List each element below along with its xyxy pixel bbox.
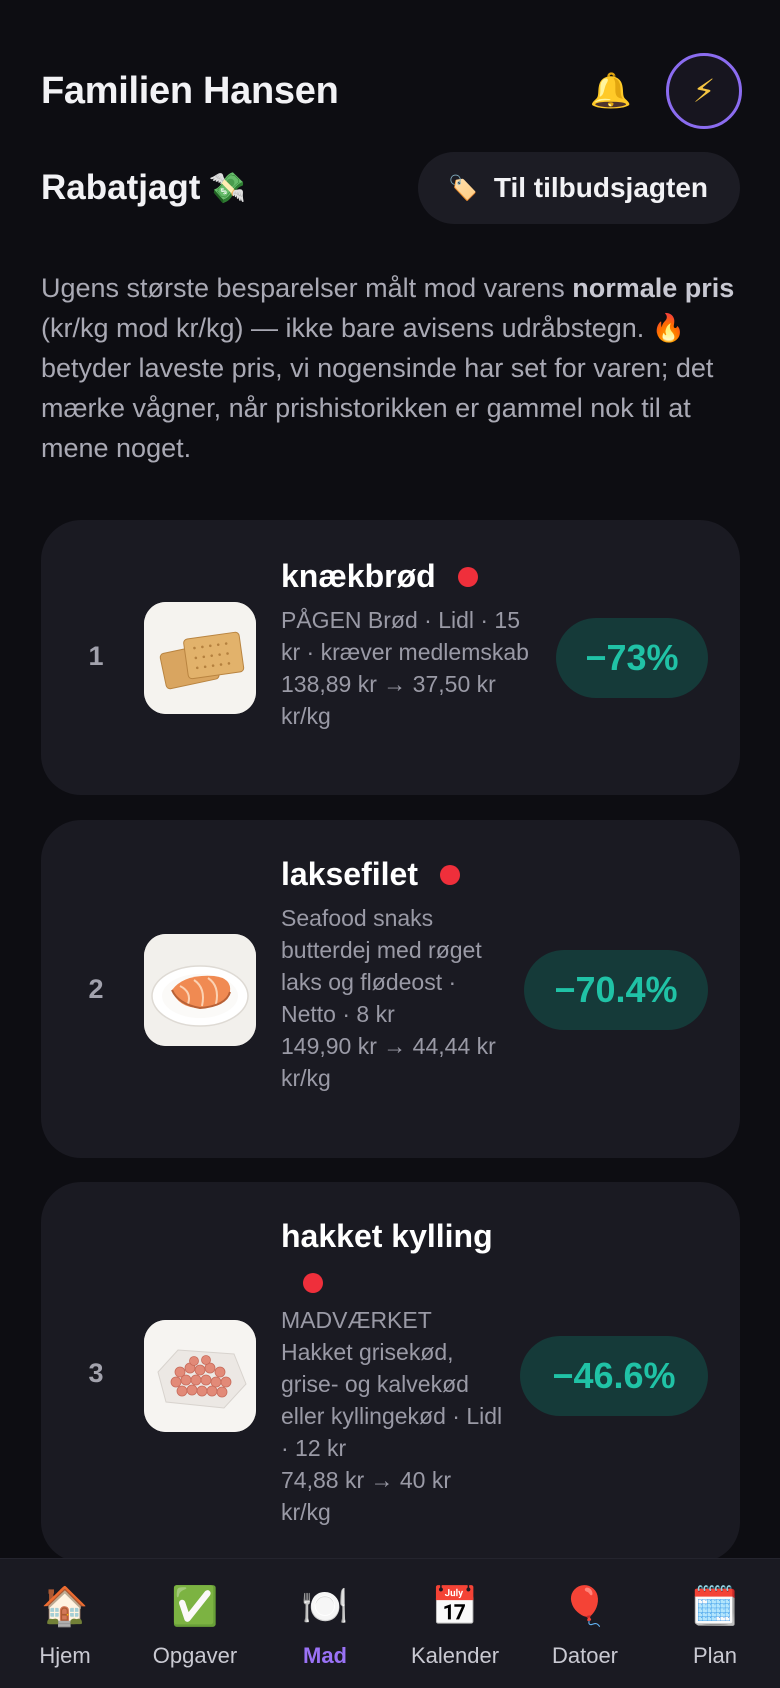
intro-bold: normale pris — [572, 273, 735, 303]
deal-price: 74,88 kr → 40 kr kr/kg — [281, 1467, 452, 1525]
plate-cutlery-icon: 🍽️ — [301, 1586, 349, 1628]
app-header: Familien Hansen 🔔 ⚡ — [41, 48, 742, 134]
deal-name: laksefilet — [281, 854, 513, 894]
minced-meat-image — [144, 1320, 256, 1432]
nav-item-datoer[interactable]: 🎈 Datoer — [520, 1559, 650, 1688]
nav-label: Mad — [303, 1643, 347, 1668]
house-icon: 🏠 — [41, 1586, 89, 1628]
intro-text: Ugens største besparelser målt mod varen… — [41, 268, 741, 468]
bottom-nav: 🏠 Hjem ✅ Opgaver 🍽️ Mad 📅 Kalender 🎈 Dat… — [0, 1558, 780, 1688]
deal-name: hakket kylling — [281, 1216, 503, 1296]
discount-badge: −46.6% — [520, 1336, 708, 1416]
nav-item-plan[interactable]: 🗓️ Plan — [650, 1559, 780, 1688]
fire-icon: 🔥 — [651, 313, 686, 343]
bell-icon[interactable]: 🔔 — [590, 74, 632, 108]
nav-item-mad[interactable]: 🍽️ Mad — [260, 1559, 390, 1688]
lowest-price-dot — [457, 566, 478, 587]
page: Familien Hansen 🔔 ⚡ Rabatjagt 💸 🏷️ Til t… — [0, 0, 780, 1688]
deal-name-text: laksefilet — [281, 856, 418, 892]
deal-name-text: hakket kylling — [281, 1218, 493, 1254]
deal-rank: 3 — [88, 1358, 104, 1388]
deal-card[interactable]: 1 knækbrød PÅGEN Brød · Lidl · 15 kr · k… — [41, 520, 740, 795]
discount-badge: −73% — [556, 618, 708, 698]
lightning-icon: ⚡ — [692, 73, 716, 109]
lowest-price-dot — [303, 1272, 323, 1293]
nav-item-hjem[interactable]: 🏠 Hjem — [0, 1559, 130, 1688]
section-title: Rabatjagt 💸 — [41, 168, 246, 208]
deal-rank: 2 — [88, 974, 104, 1004]
balloon-icon: 🎈 — [561, 1586, 609, 1628]
deal-info: hakket kylling MADVÆRKET Hakket grisekød… — [281, 1216, 503, 1528]
intro-part3: betyder laveste pris, vi nogensinde har … — [41, 353, 714, 463]
offer-hunt-button[interactable]: 🏷️ Til tilbudsjagten — [417, 152, 740, 224]
nav-label: Kalender — [410, 1643, 500, 1668]
quick-action-button[interactable]: ⚡ — [666, 53, 742, 129]
salmon-image — [144, 934, 256, 1046]
intro-part1: Ugens største besparelser målt mod varen… — [41, 273, 573, 303]
deal-name: knækbrød — [281, 556, 543, 596]
deal-details: Seafood snaks butterdej med røget laks o… — [281, 905, 482, 1027]
intro-part2: (kr/kg mod kr/kg) — ikke bare avisens ud… — [41, 313, 652, 343]
calendar-icon: 📅 — [431, 1586, 479, 1628]
lowest-price-dot — [439, 864, 460, 885]
nav-label: Hjem — [39, 1643, 91, 1668]
deal-details: MADVÆRKET Hakket grisekød, grise- og kal… — [281, 1307, 503, 1461]
deal-price: 138,89 kr → 37,50 kr kr/kg — [281, 671, 496, 729]
money-wings-icon: 💸 — [208, 171, 246, 205]
offer-hunt-button-label: Til tilbudsjagten — [493, 172, 708, 203]
deal-name-text: knækbrød — [281, 558, 436, 594]
crispbread-image — [144, 602, 256, 714]
label-tag-icon: 🏷️ — [447, 174, 478, 202]
section-header: Rabatjagt 💸 🏷️ Til tilbudsjagten — [41, 152, 740, 224]
check-mark-icon: ✅ — [171, 1586, 219, 1628]
discount-badge: −70.4% — [524, 950, 708, 1030]
nav-item-opgaver[interactable]: ✅ Opgaver — [130, 1559, 260, 1688]
deal-card[interactable]: 3 hakket kylling MADVÆRKET Hakket grisek… — [41, 1182, 740, 1562]
deal-info: laksefilet Seafood snaks butterdej med r… — [281, 854, 513, 1094]
family-title: Familien Hansen — [41, 69, 339, 112]
header-actions: 🔔 ⚡ — [590, 53, 742, 129]
nav-label: Datoer — [551, 1643, 619, 1668]
deal-price: 149,90 kr → 44,44 kr kr/kg — [281, 1033, 496, 1091]
deal-card[interactable]: 2 laksefilet Seafood snaks butterdej med… — [41, 820, 740, 1158]
deal-details: PÅGEN Brød · Lidl · 15 kr · kræver medle… — [281, 607, 529, 665]
nav-label: Opgaver — [152, 1643, 238, 1668]
nav-label: Plan — [692, 1643, 738, 1668]
nav-item-kalender[interactable]: 📅 Kalender — [390, 1559, 520, 1688]
deal-rank: 1 — [88, 641, 104, 671]
deal-info: knækbrød PÅGEN Brød · Lidl · 15 kr · kræ… — [281, 556, 543, 732]
section-title-text: Rabatjagt — [41, 168, 201, 207]
spiral-calendar-icon: 🗓️ — [691, 1586, 739, 1628]
